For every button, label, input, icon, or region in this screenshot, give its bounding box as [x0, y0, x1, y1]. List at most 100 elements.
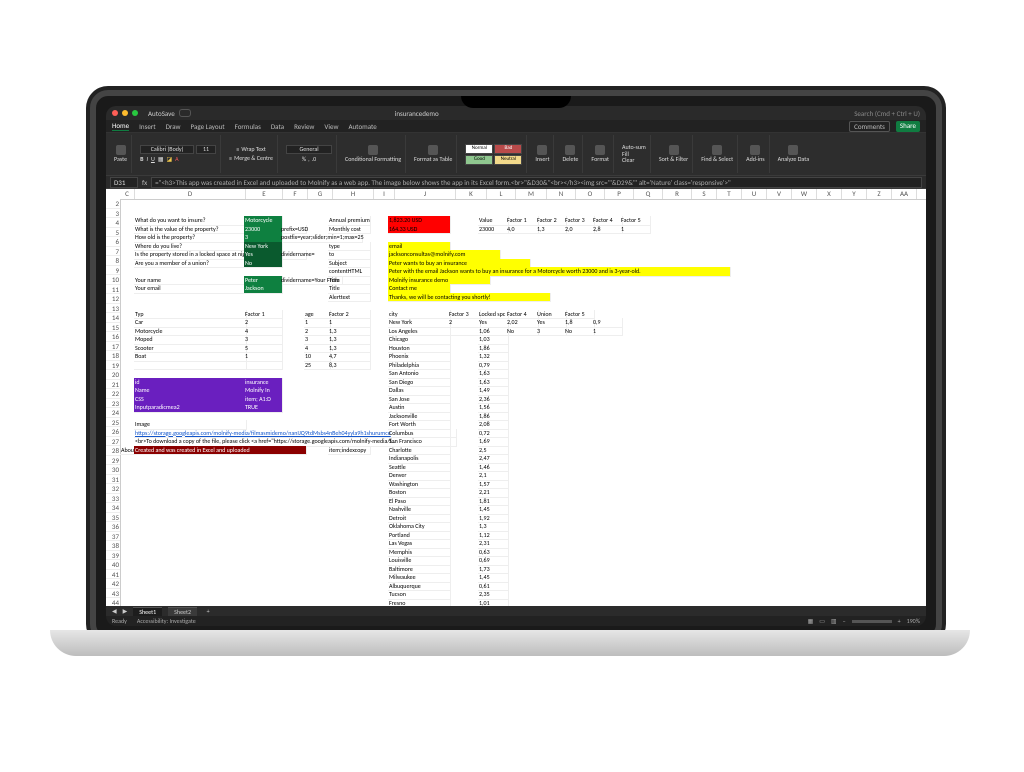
zoom-level[interactable]: 190% — [907, 617, 920, 625]
name-box[interactable]: D31 — [110, 177, 138, 188]
close-icon[interactable] — [112, 110, 118, 116]
style-normal[interactable]: Normal — [465, 144, 493, 154]
cell[interactable]: 2,0 — [564, 225, 595, 235]
delete-cells-icon[interactable] — [565, 145, 575, 155]
zoom-slider[interactable] — [852, 620, 892, 623]
tab-insert[interactable]: Insert — [139, 122, 155, 131]
spreadsheet-grid[interactable]: CDEFGHIJKLMNOPQRSTUVWXYZAA 2345678910111… — [106, 189, 926, 616]
cell[interactable] — [448, 327, 481, 337]
accessibility-status[interactable]: Accessibility: Investigate — [137, 617, 196, 625]
fx-icon[interactable]: fx — [142, 178, 147, 187]
cell[interactable]: 164.33 USD — [388, 225, 451, 235]
maximize-icon[interactable] — [132, 110, 138, 116]
sheet-tab[interactable]: Sheet1 — [133, 607, 162, 616]
cell[interactable]: Monthly cost — [328, 225, 371, 235]
cell[interactable]: 23000 — [478, 225, 509, 235]
sort-filter-icon[interactable] — [669, 145, 679, 155]
autosave-toggle[interactable]: AutoSave — [148, 109, 175, 118]
inc-decimal-icon[interactable]: .0 — [312, 156, 317, 163]
cell[interactable]: Are you a member of a union? — [134, 259, 247, 269]
comma-icon[interactable]: , — [308, 156, 310, 163]
cell[interactable]: 1 — [592, 327, 623, 337]
cell[interactable]: Your email — [134, 284, 247, 294]
format-button[interactable]: Format — [591, 156, 609, 163]
italic-button[interactable]: I — [146, 156, 148, 163]
sheet-nav-icon[interactable]: ◀ — [112, 607, 117, 615]
minimize-icon[interactable] — [122, 110, 128, 116]
format-cells-icon[interactable] — [595, 145, 605, 155]
addins-button[interactable]: Add-ins — [746, 156, 765, 163]
zoom-out-icon[interactable]: − — [843, 617, 846, 625]
cell[interactable]: 1 — [620, 225, 651, 235]
cell[interactable]: 2,8 — [592, 225, 623, 235]
cell[interactable]: Thanks, we will be contacting you shortl… — [388, 293, 551, 303]
sort-filter-button[interactable]: Sort & Filter — [659, 156, 688, 163]
cell[interactable]: No — [506, 327, 539, 337]
comments-button[interactable]: Comments — [849, 121, 890, 132]
cell[interactable]: 1,3 — [536, 225, 567, 235]
cell[interactable]: Created and was created in Excel and upl… — [134, 446, 307, 456]
paste-icon[interactable] — [116, 145, 126, 155]
tab-draw[interactable]: Draw — [166, 122, 181, 131]
view-break-icon[interactable]: ▥ — [831, 617, 837, 625]
add-sheet-button[interactable]: + — [203, 607, 213, 615]
tab-review[interactable]: Review — [294, 122, 314, 131]
cell[interactable]: 25 — [304, 361, 331, 371]
sheet-tab[interactable]: Sheet2 — [168, 607, 197, 616]
align-icon[interactable]: ≡ — [236, 146, 239, 153]
font-size[interactable]: 11 — [196, 145, 216, 154]
tab-formulas[interactable]: Formulas — [235, 122, 261, 131]
view-page-icon[interactable]: ▭ — [819, 617, 825, 625]
insert-button[interactable]: Insert — [535, 156, 549, 163]
cond-format-icon[interactable] — [368, 145, 378, 155]
align-icon[interactable]: ≡ — [229, 155, 232, 162]
cell[interactable]: Jackson — [244, 284, 283, 294]
font-select[interactable]: Calibri (Body) — [140, 145, 194, 154]
insert-cells-icon[interactable] — [537, 145, 547, 155]
find-select-icon[interactable] — [712, 145, 722, 155]
view-normal-icon[interactable]: ▦ — [808, 617, 814, 625]
merge-button[interactable]: Merge & Centre — [234, 155, 273, 162]
style-good[interactable]: Good — [465, 155, 493, 165]
percent-icon[interactable]: % — [302, 156, 306, 163]
format-table-button[interactable]: Format as Table — [414, 156, 452, 163]
cell[interactable] — [244, 361, 283, 371]
style-neutral[interactable]: Neutral — [494, 155, 522, 165]
cell[interactable]: 3 — [536, 327, 567, 337]
tab-pagelayout[interactable]: Page Layout — [191, 122, 225, 131]
number-format[interactable]: General — [286, 145, 332, 154]
paste-button[interactable]: Paste — [114, 156, 127, 163]
fill-color-icon[interactable]: ◪ — [166, 156, 172, 163]
formula-input[interactable]: ="<h3>This app was created in Excel and … — [151, 177, 922, 188]
style-bad[interactable]: Bad — [494, 144, 522, 154]
cond-format-button[interactable]: Conditional Formatting — [345, 156, 401, 163]
underline-button[interactable]: U — [151, 156, 155, 163]
tab-home[interactable]: Home — [112, 121, 129, 131]
format-table-icon[interactable] — [428, 145, 438, 155]
cell[interactable]: No — [244, 259, 283, 269]
analyze-button[interactable]: Analyze Data — [778, 156, 809, 163]
tab-view[interactable]: View — [324, 122, 338, 131]
bold-button[interactable]: B — [140, 156, 143, 163]
cell[interactable]: Inputparadicmea2 — [134, 403, 247, 413]
cell[interactable]: item;indexcopy — [328, 446, 371, 456]
cell[interactable]: 8,3 — [328, 361, 371, 371]
cell[interactable]: dividername= — [280, 250, 307, 260]
zoom-in-icon[interactable]: + — [898, 617, 901, 625]
cell[interactable]: TRUE — [244, 403, 283, 413]
wrap-text-button[interactable]: Wrap Text — [241, 146, 265, 153]
font-color-icon[interactable]: A — [175, 156, 178, 163]
cell[interactable]: Alerttext — [328, 293, 371, 303]
border-icon[interactable]: ▦ — [158, 156, 164, 163]
tab-automate[interactable]: Automate — [348, 122, 376, 131]
delete-button[interactable]: Delete — [562, 156, 578, 163]
clear-button[interactable]: Clear — [622, 157, 635, 164]
row-headers[interactable]: 2345678910111213141516171819202122232425… — [106, 199, 121, 606]
find-select-button[interactable]: Find & Select — [701, 156, 733, 163]
sheet-nav-icon[interactable]: ▶ — [123, 607, 128, 615]
share-button[interactable]: Share — [896, 121, 920, 132]
addins-icon[interactable] — [750, 145, 760, 155]
cell[interactable] — [134, 361, 247, 371]
cell[interactable]: 4,0 — [506, 225, 539, 235]
tab-data[interactable]: Data — [271, 122, 284, 131]
